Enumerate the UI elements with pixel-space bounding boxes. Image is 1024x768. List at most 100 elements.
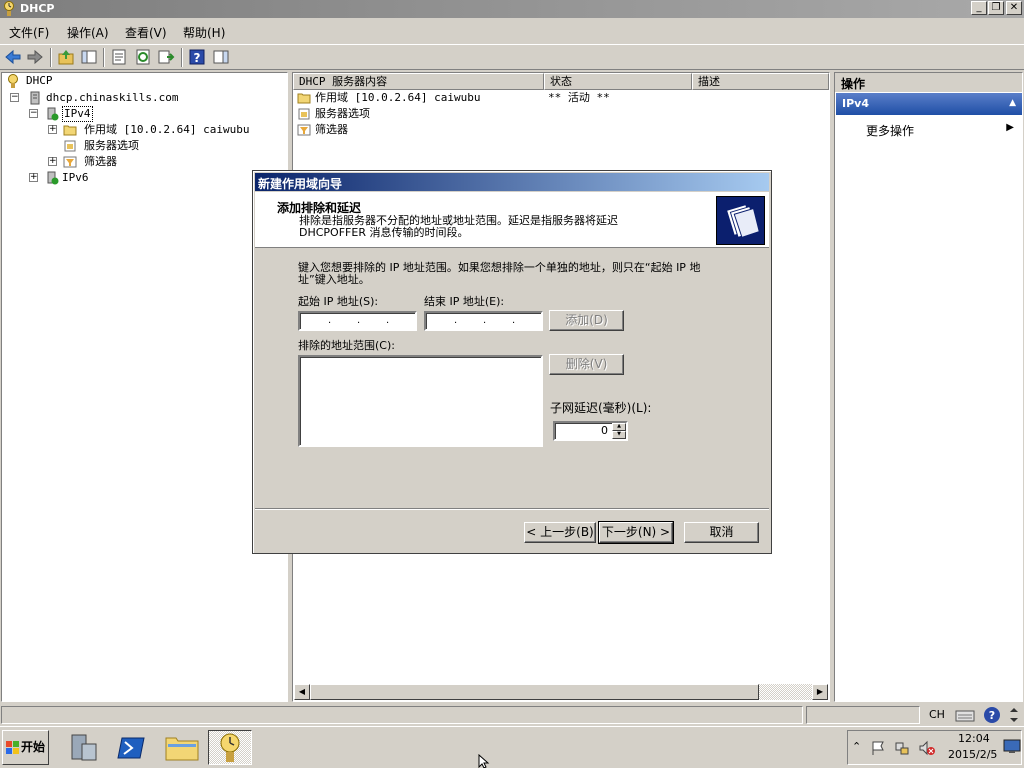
next-button[interactable]: 下一步(N) > <box>598 521 674 544</box>
svg-text:?: ? <box>989 709 995 722</box>
ipv4-icon <box>47 107 59 121</box>
show-desktop-icon[interactable] <box>1003 738 1021 754</box>
subnet-delay-spinner[interactable]: 0 ▲ ▼ <box>553 421 628 441</box>
menu-bar: 文件(F) 操作(A) 查看(V) 帮助(H) <box>0 19 1024 43</box>
delete-exclusion-button[interactable]: 删除(V) <box>549 354 624 375</box>
filter-icon <box>297 124 311 136</box>
server-options-icon <box>298 108 310 120</box>
excluded-ranges-label: 排除的地址范围(C): <box>298 339 395 352</box>
toolbar-separator <box>103 48 105 67</box>
column-header-name[interactable]: DHCP 服务器内容 <box>293 73 544 90</box>
volume-muted-icon[interactable] <box>918 740 936 756</box>
dialog-title-bar[interactable]: 新建作用域向导 <box>255 173 769 191</box>
back-button[interactable]: < 上一步(B) <box>524 522 596 543</box>
exclusion-instructions: 键入您想要排除的 IP 地址范围。如果您想排除一个单独的地址，则只在“起始 IP… <box>298 261 701 286</box>
menu-help[interactable]: 帮助(H) <box>183 24 225 41</box>
expand-icon[interactable]: + <box>48 125 57 134</box>
network-icon[interactable] <box>894 740 910 756</box>
end-ip-label: 结束 IP 地址(E): <box>424 295 505 308</box>
spin-down-icon[interactable]: ▼ <box>612 431 626 439</box>
actions-header: 操作 <box>835 73 1022 92</box>
explorer-folder-icon[interactable] <box>160 730 204 765</box>
submenu-arrow-icon[interactable]: ▶ <box>1006 122 1014 133</box>
server-manager-icon[interactable] <box>62 730 106 765</box>
mouse-pointer-icon <box>478 754 490 768</box>
excluded-ranges-list[interactable] <box>298 355 543 447</box>
menu-view[interactable]: 查看(V) <box>125 24 167 41</box>
server-options-icon <box>64 140 76 152</box>
toolbar-separator <box>181 48 183 67</box>
window-title: DHCP <box>20 2 55 15</box>
action-center-flag-icon[interactable] <box>870 740 886 756</box>
scroll-left-icon[interactable]: ◀ <box>294 684 310 700</box>
dhcp-taskbar-icon <box>220 733 240 762</box>
wizard-folders-icon <box>716 196 765 245</box>
show-hide-tree-icon[interactable] <box>80 48 98 66</box>
folder-icon <box>297 93 311 104</box>
server-icon <box>30 91 40 105</box>
action-pane-icon[interactable] <box>212 48 230 66</box>
subnet-delay-label: 子网延迟(毫秒)(L): <box>550 401 652 415</box>
taskbar-dhcp-active[interactable] <box>208 730 252 765</box>
scroll-right-icon[interactable]: ▶ <box>812 684 828 700</box>
horizontal-scrollbar[interactable]: ◀ ▶ <box>294 684 828 700</box>
keyboard-icon[interactable] <box>955 707 975 723</box>
cancel-button[interactable]: 取消 <box>684 522 759 543</box>
dialog-footer-separator <box>255 508 769 510</box>
collapse-icon[interactable]: − <box>29 109 38 118</box>
ipv6-icon <box>47 171 59 185</box>
up-folder-icon[interactable] <box>57 48 75 66</box>
start-ip-field[interactable]: ... <box>298 311 417 331</box>
collapse-icon[interactable]: − <box>10 93 19 102</box>
refresh-icon[interactable] <box>134 48 152 66</box>
help-icon[interactable]: ? <box>188 48 206 66</box>
window-title-bar[interactable]: DHCP _ ❐ ✕ <box>0 0 1024 18</box>
close-button[interactable]: ✕ <box>1006 1 1022 15</box>
wizard-step-description: 排除是指服务器不分配的地址或地址范围。延迟是指服务器将延迟 DHCPOFFER … <box>299 214 618 239</box>
menu-file[interactable]: 文件(F) <box>9 24 49 41</box>
column-header-description[interactable]: 描述 <box>692 73 829 90</box>
export-list-icon[interactable] <box>157 48 175 66</box>
windows-logo-icon <box>6 741 19 754</box>
properties-icon[interactable] <box>110 48 128 66</box>
console-tree[interactable]: DHCP − dhcp.chinaskills.com − IPv4 + 作用域… <box>1 72 288 702</box>
more-actions-link[interactable]: 更多操作 <box>866 122 914 139</box>
column-header-status[interactable]: 状态 <box>544 73 692 90</box>
show-hidden-icons-icon[interactable]: ⌃ <box>852 740 861 753</box>
filter-icon <box>63 156 77 168</box>
ime-indicator[interactable]: CH <box>929 708 945 721</box>
spinner-buttons[interactable]: ▲ ▼ <box>612 423 626 439</box>
start-button[interactable]: 开始 <box>2 730 49 765</box>
restore-button[interactable]: ❐ <box>988 1 1004 15</box>
scrollbar-thumb[interactable] <box>310 684 759 700</box>
minimize-button[interactable]: _ <box>971 1 987 15</box>
expand-icon[interactable]: + <box>48 157 57 166</box>
dhcp-app-icon <box>4 1 14 16</box>
toolbar-separator <box>50 48 52 67</box>
wizard-header: 添加排除和延迟 排除是指服务器不分配的地址或地址范围。延迟是指服务器将延迟 DH… <box>255 192 769 248</box>
status-cell-main <box>1 706 803 724</box>
dhcp-root-icon <box>8 74 18 88</box>
powershell-icon[interactable] <box>110 730 154 765</box>
menu-action[interactable]: 操作(A) <box>67 24 109 41</box>
end-ip-field[interactable]: ... <box>424 311 543 331</box>
help-circle-icon[interactable]: ? <box>983 706 1001 724</box>
actions-group-ipv4[interactable]: IPv4 ▲ <box>836 93 1022 115</box>
clock-date[interactable]: 2015/2/5 <box>948 748 997 761</box>
expand-icon[interactable]: + <box>29 173 38 182</box>
spin-up-icon[interactable]: ▲ <box>612 423 626 431</box>
forward-arrow-icon[interactable] <box>26 48 44 66</box>
status-cell-secondary <box>806 706 920 724</box>
collapse-up-icon[interactable]: ▲ <box>1009 98 1016 108</box>
add-exclusion-button[interactable]: 添加(D) <box>549 310 624 331</box>
start-ip-label: 起始 IP 地址(S): <box>298 295 379 308</box>
folder-icon <box>63 125 77 136</box>
back-arrow-icon[interactable] <box>4 48 22 66</box>
taskbar: 开始 ⌃ <box>0 726 1024 768</box>
actions-pane: 操作 IPv4 ▲ 更多操作 ▶ <box>834 72 1023 702</box>
clock-time[interactable]: 12:04 <box>958 732 990 745</box>
status-bar: CH ? <box>0 704 1024 726</box>
new-scope-wizard-dialog: 新建作用域向导 添加排除和延迟 排除是指服务器不分配的地址或地址范围。延迟是指服… <box>252 170 772 554</box>
options-arrows-icon[interactable] <box>1008 706 1020 724</box>
toolbar: ? <box>0 44 1024 70</box>
